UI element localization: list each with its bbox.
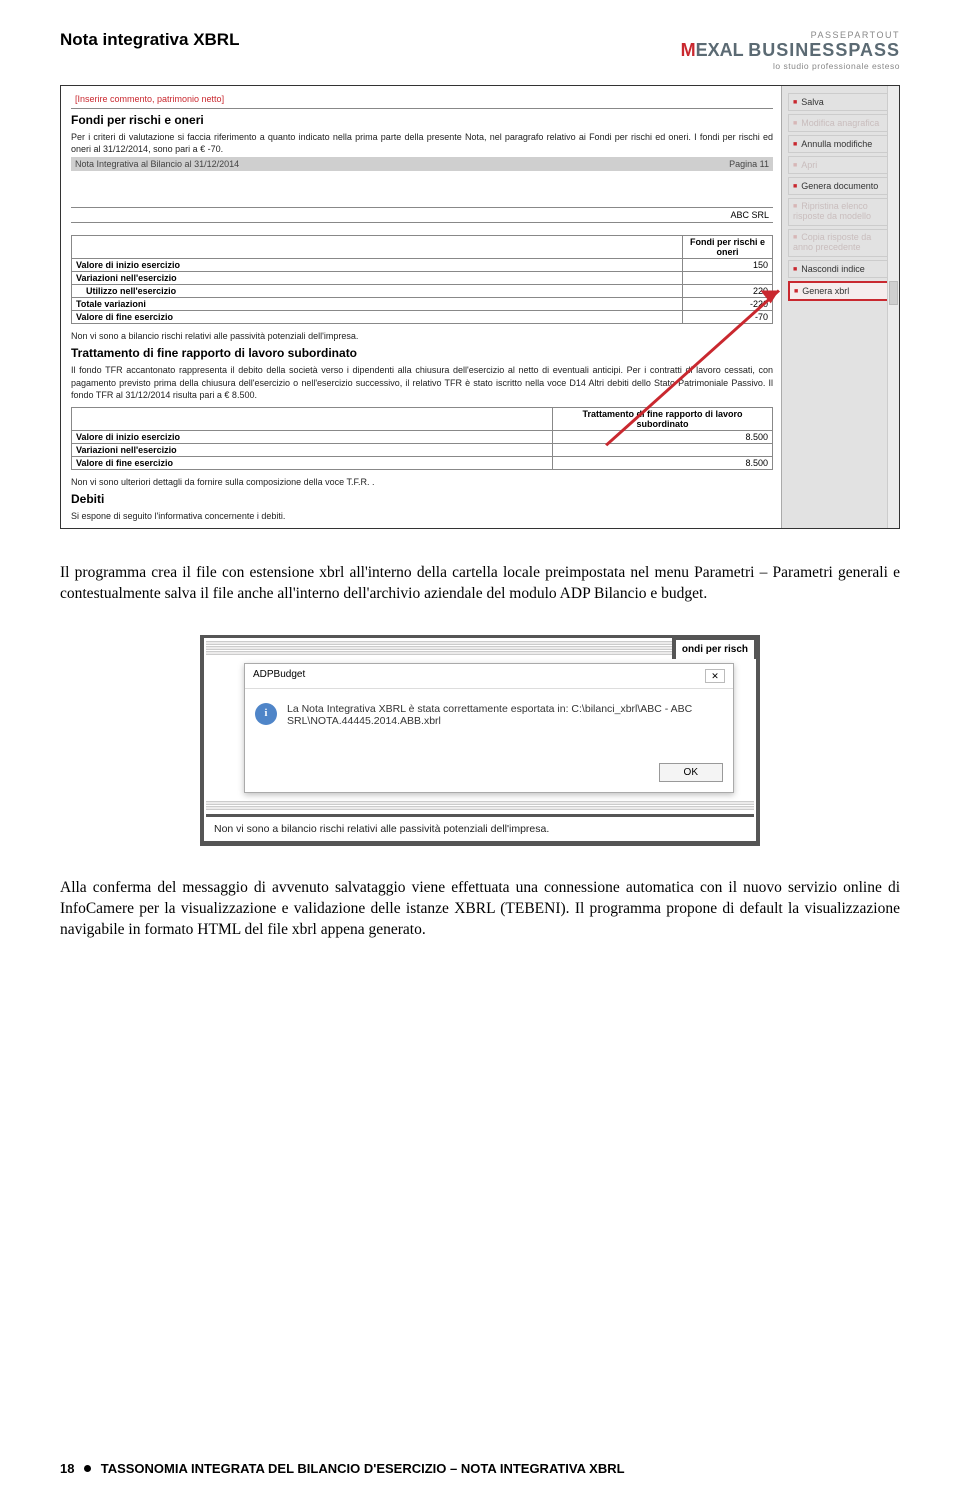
section-body: Il fondo TFR accantonato rappresenta il … xyxy=(71,364,773,400)
dialog-title: ADPBudget xyxy=(253,669,305,683)
section-body: Per i criteri di valutazione si faccia r… xyxy=(71,131,773,155)
document-pane: [Inserire commento, patrimonio netto] Fo… xyxy=(61,86,781,528)
placeholder-text: [Inserire commento, patrimonio netto] xyxy=(71,92,773,106)
section-title: Debiti xyxy=(71,492,773,506)
section-body: Si espone di seguito l'informativa conce… xyxy=(71,510,773,522)
note-text: Non vi sono a bilancio rischi relativi a… xyxy=(71,330,773,342)
app-screenshot-1: [Inserire commento, patrimonio netto] Fo… xyxy=(60,85,900,529)
body-paragraph: Il programma crea il file con estensione… xyxy=(60,563,900,605)
app-screenshot-2: ondi per risch ADPBudget ✕ La Nota Integ… xyxy=(200,635,760,846)
dialog: ADPBudget ✕ La Nota Integrativa XBRL è s… xyxy=(244,663,734,793)
edit-registry-button[interactable]: Modifica anagrafica xyxy=(788,114,893,132)
scrollbar-thumb[interactable] xyxy=(889,281,898,305)
brand-logo: PASSEPARTOUT MEXAL BUSINESSPASS lo studi… xyxy=(681,30,900,71)
bullet-icon xyxy=(84,1465,91,1472)
page-header: Nota integrativa XBRL PASSEPARTOUT MEXAL… xyxy=(60,30,900,71)
table-tfr: Trattamento di fine rapporto di lavoro s… xyxy=(71,407,773,470)
close-icon[interactable]: ✕ xyxy=(705,669,725,683)
note-text: Non vi sono ulteriori dettagli da fornir… xyxy=(71,476,773,488)
generate-xbrl-button[interactable]: Genera xbrl xyxy=(788,281,893,301)
generate-doc-button[interactable]: Genera documento xyxy=(788,177,893,195)
section-title: Fondi per rischi e oneri xyxy=(71,113,773,127)
truncated-tab: ondi per risch xyxy=(672,636,758,659)
screenshot-caption: Non vi sono a bilancio rischi relativi a… xyxy=(206,814,754,835)
sidebar: Salva Modifica anagrafica Annulla modifi… xyxy=(781,86,899,528)
copy-answers-button[interactable]: Copia risposte da anno precedente xyxy=(788,229,893,257)
page-number: 18 xyxy=(60,1461,74,1476)
save-button[interactable]: Salva xyxy=(788,93,893,111)
page-footer-bar: Nota Integrativa al Bilancio al 31/12/20… xyxy=(71,157,773,171)
table-fondi: Fondi per rischi e oneri Valore di inizi… xyxy=(71,235,773,324)
ok-button[interactable]: OK xyxy=(659,763,723,782)
cancel-button[interactable]: Annulla modifiche xyxy=(788,135,893,153)
company-label: ABC SRL xyxy=(71,207,773,223)
hide-index-button[interactable]: Nascondi indice xyxy=(788,260,893,278)
doc-title: Nota integrativa XBRL xyxy=(60,30,239,50)
scrollbar[interactable] xyxy=(887,86,899,528)
restore-answers-button[interactable]: Ripristina elenco risposte da modello xyxy=(788,198,893,226)
dialog-message: La Nota Integrativa XBRL è stata corrett… xyxy=(245,689,733,759)
body-paragraph: Alla conferma del messaggio di avvenuto … xyxy=(60,878,900,941)
footer-text: TASSONOMIA INTEGRATA DEL BILANCIO D'ESER… xyxy=(101,1461,625,1476)
page-footer: 18 TASSONOMIA INTEGRATA DEL BILANCIO D'E… xyxy=(60,1461,900,1476)
open-button[interactable]: Apri xyxy=(788,156,893,174)
section-title: Trattamento di fine rapporto di lavoro s… xyxy=(71,346,773,360)
dialog-titlebar: ADPBudget ✕ xyxy=(245,664,733,689)
